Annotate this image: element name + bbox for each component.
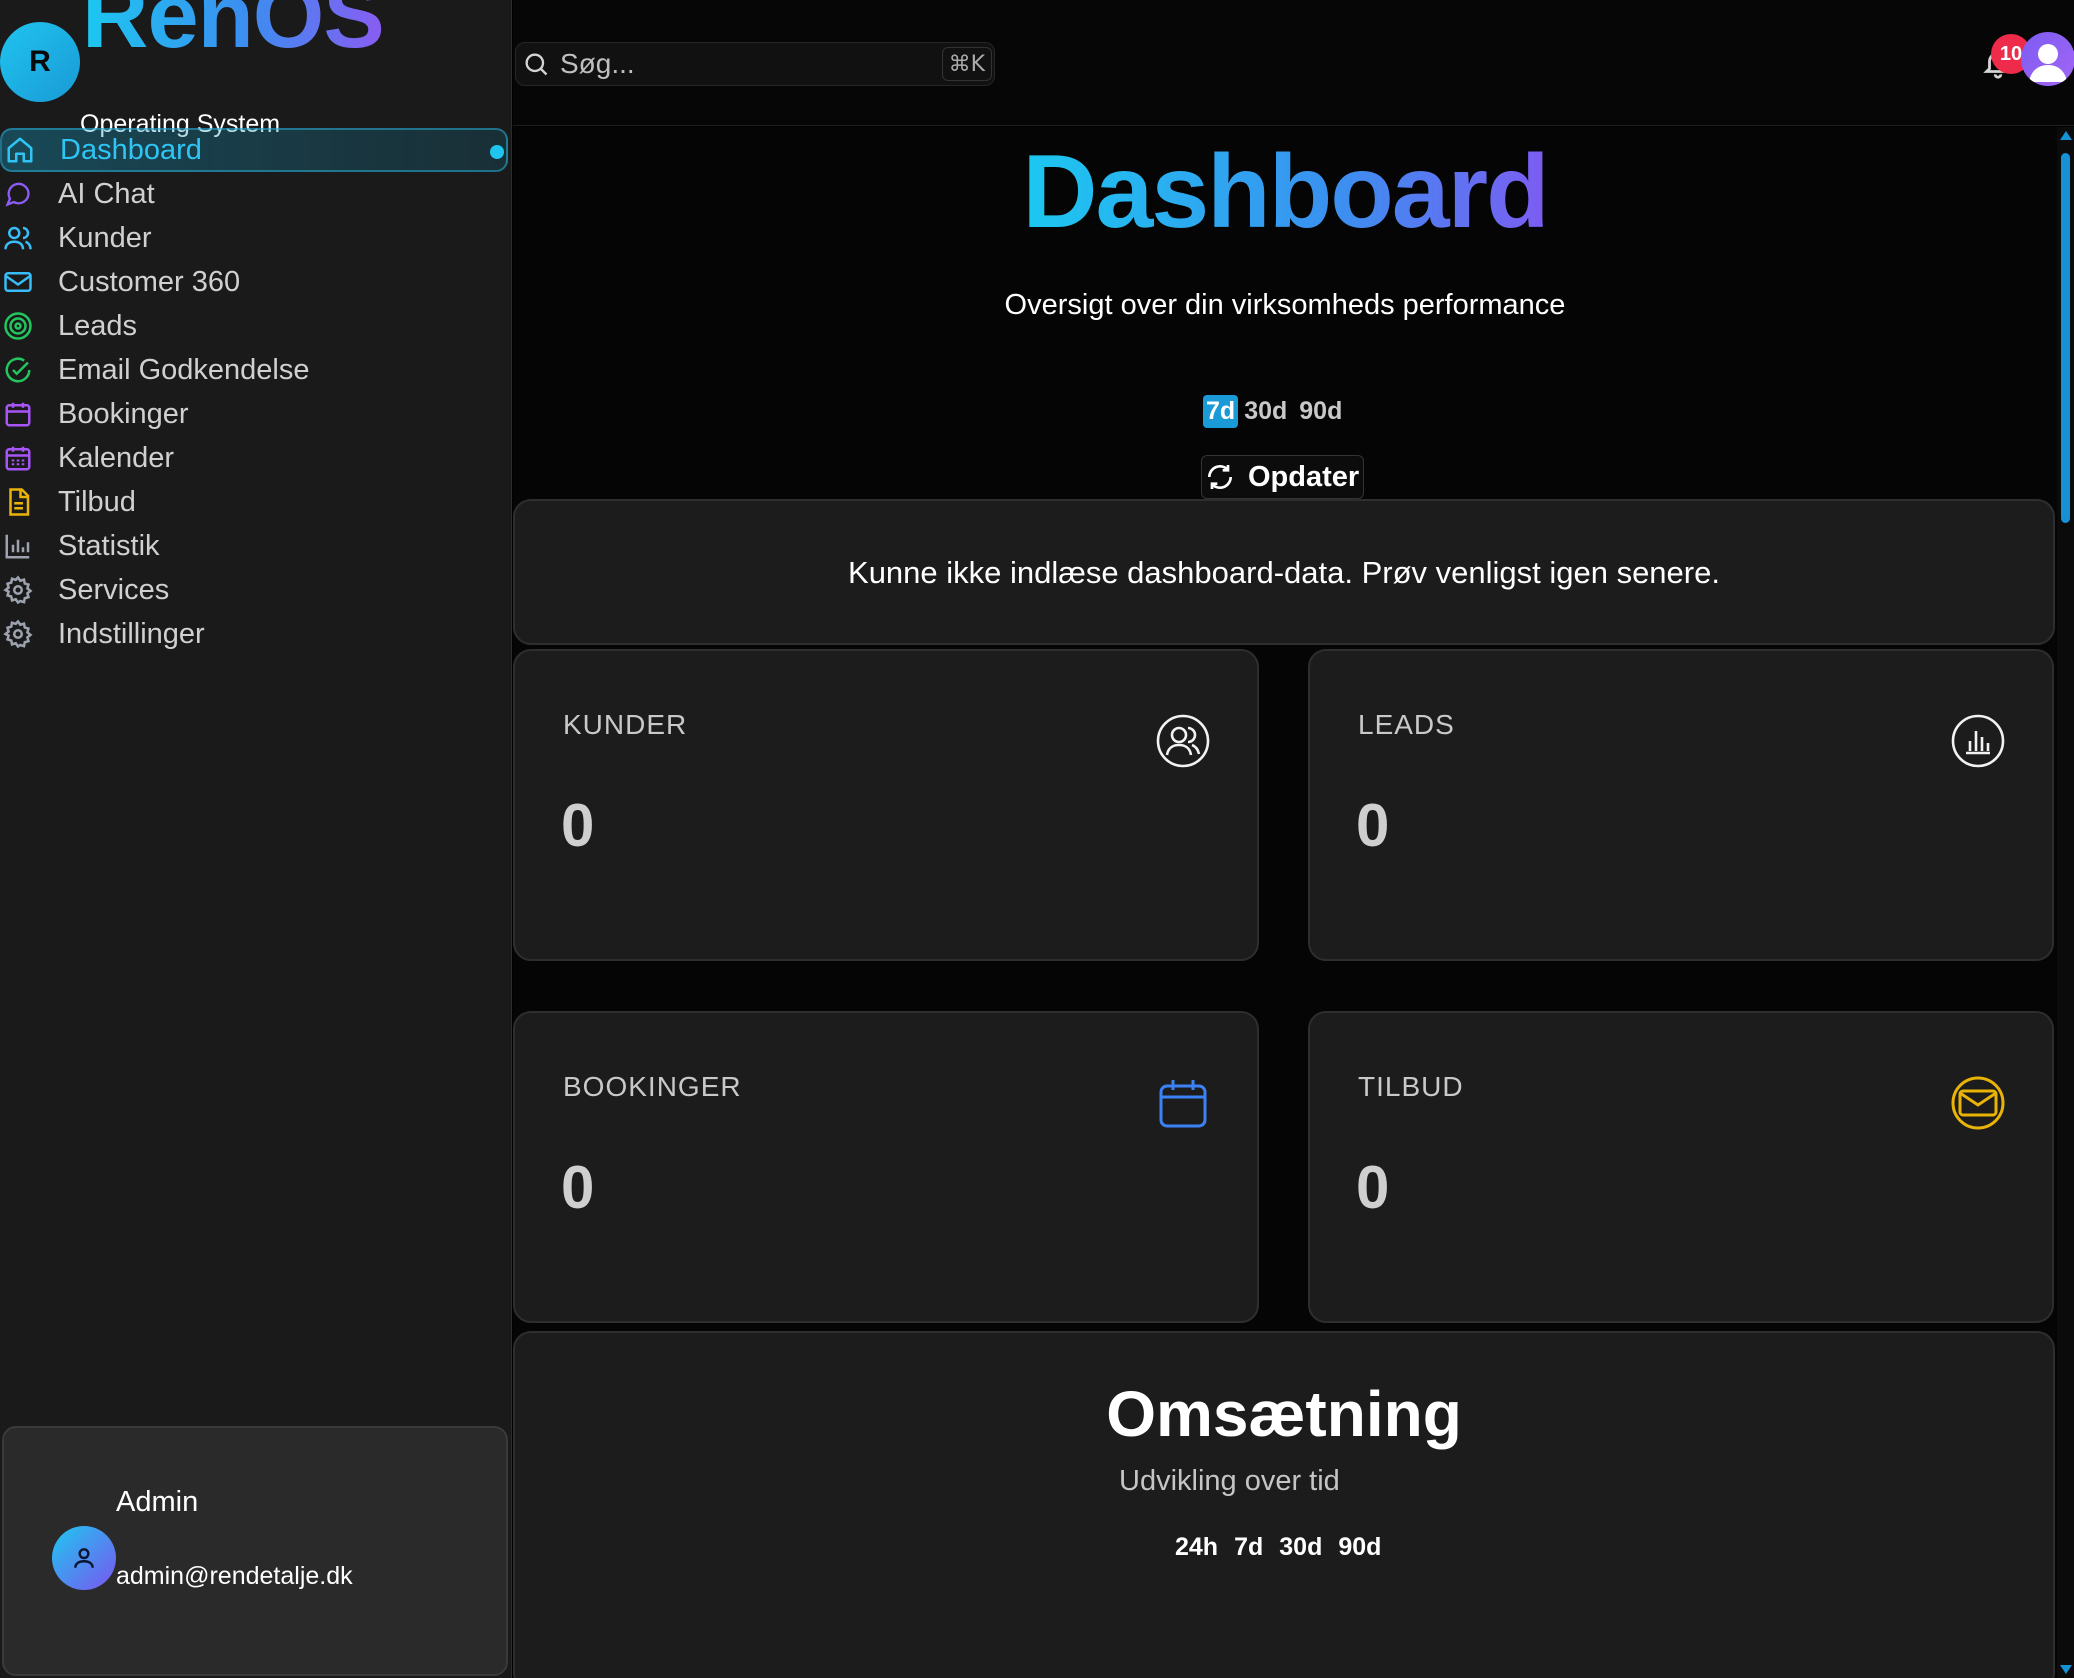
check-circle-icon (0, 348, 36, 392)
gear-icon (0, 568, 36, 612)
stat-card-tilbud[interactable]: TILBUD 0 (1308, 1011, 2054, 1323)
error-alert: Kunne ikke indlæse dashboard-data. Prøv … (513, 499, 2055, 645)
revenue-subtitle: Udvikling over tid (1119, 1465, 1340, 1497)
sidebar-item-leads[interactable]: Leads (0, 304, 512, 348)
stat-label: TILBUD (1358, 1071, 1464, 1102)
sidebar-item-services[interactable]: Services (0, 568, 512, 612)
user-profile-card[interactable]: Admin admin@rendetalje.dk (2, 1426, 508, 1676)
bar-chart-icon (0, 524, 36, 568)
sidebar-item-kalender[interactable]: Kalender (0, 436, 512, 480)
sidebar-item-label: Tilbud (58, 485, 136, 518)
scroll-up-arrow[interactable] (2060, 131, 2072, 140)
stat-card-kunder[interactable]: KUNDER 0 (513, 649, 1259, 961)
main-scrollbar[interactable] (2057, 127, 2074, 1678)
refresh-label: Opdater (1248, 460, 1360, 493)
logo-letter: R (29, 45, 51, 78)
revenue-range-30d[interactable]: 30d (1279, 1533, 1322, 1562)
sidebar-item-tilbud[interactable]: Tilbud (0, 480, 512, 524)
stat-value: 0 (561, 1154, 595, 1221)
revenue-range-90d[interactable]: 90d (1338, 1533, 1381, 1562)
user-name: Admin (116, 1486, 199, 1518)
range-30d[interactable]: 30d (1238, 395, 1293, 428)
search-icon (516, 50, 556, 78)
stat-label: LEADS (1358, 709, 1455, 740)
revenue-range-selector: 24h 7d 30d 90d (1175, 1533, 1381, 1562)
sidebar-item-label: Bookinger (58, 397, 189, 430)
gear-icon (0, 612, 36, 656)
search-shortcut: ⌘K (941, 47, 992, 81)
page-subtitle: Oversigt over din virksomheds performanc… (1004, 289, 1566, 321)
time-range-selector: 7d 30d 90d (1203, 395, 1348, 428)
chat-icon (0, 172, 36, 216)
sidebar-item-kunder[interactable]: Kunder (0, 216, 512, 260)
mail-icon (0, 260, 36, 304)
sidebar-item-indstillinger[interactable]: Indstillinger (0, 612, 512, 656)
range-7d[interactable]: 7d (1203, 395, 1239, 428)
sidebar-item-label: Indstillinger (58, 617, 205, 650)
stat-value: 0 (1356, 1154, 1390, 1221)
refresh-button[interactable]: Opdater (1201, 455, 1365, 499)
home-icon (2, 128, 38, 172)
brand-name: RenOS (82, 0, 385, 62)
stat-value: 0 (1356, 792, 1390, 859)
search-box[interactable]: ⌘K (515, 42, 995, 86)
sidebar-item-label: Statistik (58, 529, 160, 562)
sidebar-item-email-godkendelse[interactable]: Email Godkendelse (0, 348, 512, 392)
scrollbar-thumb[interactable] (2061, 153, 2070, 523)
sidebar-item-label: Kunder (58, 221, 152, 254)
stat-value: 0 (561, 792, 595, 859)
sidebar-item-customer-360[interactable]: Customer 360 (0, 260, 512, 304)
range-90d[interactable]: 90d (1293, 395, 1348, 428)
calendar-icon (1159, 1080, 1207, 1128)
calendar-icon (0, 392, 36, 436)
stat-card-bookinger[interactable]: BOOKINGER 0 (513, 1011, 1259, 1323)
stat-label: BOOKINGER (563, 1071, 742, 1102)
sidebar: R RenOS Operating System Dashboard AI Ch… (0, 0, 512, 1678)
bar-chart-icon (1951, 714, 2005, 768)
target-icon (0, 304, 36, 348)
sidebar-item-label: Leads (58, 309, 138, 342)
topbar: ⌘K 10 (513, 0, 2074, 126)
sidebar-item-label: AI Chat (58, 177, 155, 210)
sidebar-nav: Dashboard AI Chat Kunder Customer 360 Le… (0, 128, 512, 656)
stat-card-leads[interactable]: LEADS 0 (1308, 649, 2054, 961)
revenue-range-24h[interactable]: 24h (1175, 1533, 1218, 1562)
stat-label: KUNDER (563, 709, 688, 740)
mail-icon (1951, 1076, 2005, 1130)
user-icon (74, 1548, 94, 1568)
user-icon (2029, 44, 2067, 82)
sidebar-item-label: Customer 360 (58, 265, 241, 298)
sidebar-item-statistik[interactable]: Statistik (0, 524, 512, 568)
refresh-icon (1208, 465, 1232, 489)
document-icon (0, 480, 36, 524)
sidebar-item-label: Email Godkendelse (58, 353, 310, 386)
search-input[interactable] (560, 48, 940, 80)
sidebar-item-dashboard[interactable]: Dashboard (0, 128, 508, 172)
logo-avatar[interactable]: R (0, 22, 80, 102)
revenue-card: Omsætning Udvikling over tid 24h 7d 30d … (513, 1331, 2055, 1678)
top-user-avatar[interactable] (2021, 32, 2074, 86)
revenue-range-7d[interactable]: 7d (1234, 1533, 1263, 1562)
active-indicator-dot (490, 145, 504, 159)
user-avatar (52, 1526, 116, 1590)
user-email: admin@rendetalje.dk (116, 1562, 353, 1590)
page-title-text: Dashboard (1022, 134, 1549, 250)
users-icon (0, 216, 36, 260)
revenue-title: Omsætning (1106, 1378, 1462, 1450)
sidebar-item-label: Kalender (58, 441, 175, 474)
calendar-grid-icon (0, 436, 36, 480)
sidebar-item-label: Services (58, 573, 170, 606)
sidebar-item-bookinger[interactable]: Bookinger (0, 392, 512, 436)
sidebar-item-ai-chat[interactable]: AI Chat (0, 172, 512, 216)
error-message: Kunne ikke indlæse dashboard-data. Prøv … (848, 555, 1720, 590)
page-title: Dashboard (513, 133, 2057, 252)
main-content: Dashboard Oversigt over din virksomheds … (513, 127, 2057, 1678)
scroll-down-arrow[interactable] (2060, 1665, 2072, 1674)
sidebar-item-label: Dashboard (60, 133, 202, 166)
users-icon (1156, 714, 1210, 768)
